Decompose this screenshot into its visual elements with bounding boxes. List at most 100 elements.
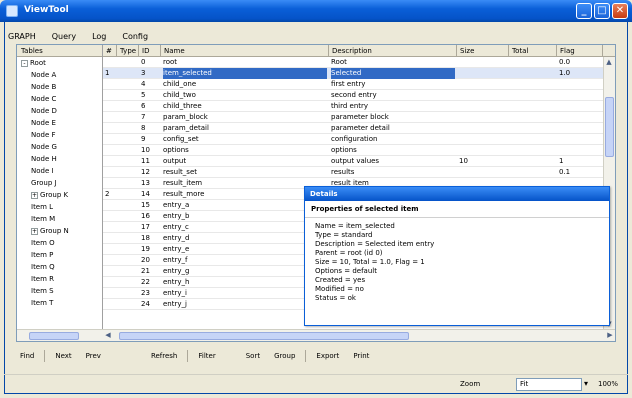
- minimize-button[interactable]: _: [576, 3, 592, 19]
- table-cell: result_set: [163, 168, 198, 176]
- tree-item[interactable]: Item M: [17, 213, 102, 225]
- grid-hscroll-thumb[interactable]: [119, 332, 409, 340]
- table-cell: 1: [559, 157, 564, 165]
- table-cell: 7: [141, 113, 146, 121]
- table-cell: param_block: [163, 113, 208, 121]
- tree-item[interactable]: Node E: [17, 117, 102, 129]
- tree-item-label: Root: [30, 59, 46, 67]
- table-cell: options: [331, 146, 357, 154]
- table-row[interactable]: 4 child_one first entry: [103, 79, 615, 90]
- tree-item[interactable]: Node G: [17, 141, 102, 153]
- column-header-total[interactable]: Total: [509, 45, 557, 57]
- table-cell: 21: [141, 267, 150, 275]
- table-row[interactable]: 8 param_detail parameter detail: [103, 123, 615, 134]
- find-button[interactable]: Find: [16, 350, 38, 362]
- table-cell: 17: [141, 223, 150, 231]
- expand-icon[interactable]: +: [31, 227, 38, 235]
- collapse-icon[interactable]: -: [21, 59, 28, 67]
- column-header-size[interactable]: Size: [457, 45, 509, 57]
- table-row[interactable]: 9 config_set configuration: [103, 134, 615, 145]
- tree-item-label: Node A: [31, 71, 57, 79]
- column-header-type[interactable]: Type: [117, 45, 139, 57]
- filter-button[interactable]: Filter: [194, 350, 219, 362]
- status-bar: Zoom Fit ▾ 100%: [4, 374, 628, 394]
- close-button[interactable]: ✕: [612, 3, 628, 19]
- print-button[interactable]: Print: [349, 350, 373, 362]
- table-row[interactable]: 1 3 item_selected Selected 1.0: [103, 68, 615, 79]
- tree-item[interactable]: Item L: [17, 201, 102, 213]
- tree-item[interactable]: Item P: [17, 249, 102, 261]
- column-header-index[interactable]: #: [103, 45, 117, 57]
- tree-item[interactable]: Item Q: [17, 261, 102, 273]
- sort-button[interactable]: Sort: [242, 350, 264, 362]
- grid-vscroll-thumb[interactable]: [605, 97, 614, 157]
- scroll-right-arrow-icon[interactable]: ▶: [605, 330, 615, 340]
- tree-item[interactable]: Item T: [17, 297, 102, 309]
- tree-item[interactable]: Node F: [17, 129, 102, 141]
- table-row[interactable]: 11 output output values 10 1: [103, 156, 615, 167]
- maximize-button[interactable]: □: [594, 3, 610, 19]
- popup-line: Options = default: [315, 267, 377, 275]
- menu-item-query[interactable]: Query: [52, 32, 76, 41]
- table-row[interactable]: 5 child_two second entry: [103, 90, 615, 101]
- table-row[interactable]: 0 root Root 0.0: [103, 57, 615, 68]
- title-bar[interactable]: ViewTool _ □ ✕: [0, 0, 632, 22]
- table-row[interactable]: 7 param_block parameter block: [103, 112, 615, 123]
- tree-item[interactable]: Item R: [17, 273, 102, 285]
- next-button[interactable]: Next: [51, 350, 75, 362]
- expand-icon[interactable]: +: [31, 191, 38, 199]
- popup-content: Name = item_selected Type = standard Descr…: [305, 218, 609, 303]
- tree-item[interactable]: Node A: [17, 69, 102, 81]
- column-header-description[interactable]: Description: [329, 45, 457, 57]
- zoom-input[interactable]: Fit: [516, 378, 582, 391]
- popup-line: Modified = no: [315, 285, 364, 293]
- table-cell: root: [163, 58, 178, 66]
- table-cell: 2: [105, 190, 110, 198]
- zoom-dropdown-icon[interactable]: ▾: [584, 379, 588, 388]
- table-row[interactable]: 6 child_three third entry: [103, 101, 615, 112]
- tree-item[interactable]: Item S: [17, 285, 102, 297]
- table-cell: result_item: [163, 179, 203, 187]
- table-row[interactable]: 10 options options: [103, 145, 615, 156]
- menu-item-log[interactable]: Log: [92, 32, 106, 41]
- column-header-id[interactable]: ID: [139, 45, 161, 57]
- tree-header[interactable]: Tables: [17, 45, 102, 57]
- table-cell: 19: [141, 245, 150, 253]
- tree-item-label: Node E: [31, 119, 56, 127]
- tree-item[interactable]: Node B: [17, 81, 102, 93]
- export-button[interactable]: Export: [312, 350, 343, 362]
- menu-item-graph[interactable]: GRAPH: [8, 32, 36, 41]
- prev-button[interactable]: Prev: [82, 350, 105, 362]
- tree-item[interactable]: Node C: [17, 93, 102, 105]
- tree-item[interactable]: Node H: [17, 153, 102, 165]
- table-cell: 0.1: [559, 168, 571, 176]
- refresh-button[interactable]: Refresh: [147, 350, 181, 362]
- menu-item-config[interactable]: Config: [122, 32, 148, 41]
- column-header-name[interactable]: Name: [161, 45, 329, 57]
- tree-item[interactable]: + Group K: [17, 189, 102, 201]
- tree-scroll-thumb[interactable]: [29, 332, 79, 340]
- group-button[interactable]: Group: [270, 350, 299, 362]
- table-cell: 9: [141, 135, 146, 143]
- table-cell: entry_b: [163, 212, 190, 220]
- details-popup[interactable]: Details Properties of selected item Name…: [304, 186, 610, 326]
- zoom-label: Zoom: [460, 380, 481, 388]
- grid-horizontal-scrollbar[interactable]: ◀ ▶: [103, 329, 615, 341]
- tree-item-label: Item S: [31, 287, 54, 295]
- column-header-flag[interactable]: Flag: [557, 45, 603, 57]
- tree-item[interactable]: Item O: [17, 237, 102, 249]
- table-cell: child_one: [163, 80, 197, 88]
- tree-item[interactable]: Node I: [17, 165, 102, 177]
- tree-item-label: Item T: [31, 299, 54, 307]
- tree-item[interactable]: Node D: [17, 105, 102, 117]
- tree-item[interactable]: Group J: [17, 177, 102, 189]
- tree-item[interactable]: + Group N: [17, 225, 102, 237]
- popup-title[interactable]: Details: [305, 187, 609, 201]
- scroll-left-arrow-icon[interactable]: ◀: [103, 330, 113, 340]
- popup-line: Description = Selected item entry: [315, 240, 435, 248]
- tree-item[interactable]: - Root: [17, 57, 102, 69]
- tree-horizontal-scrollbar[interactable]: [17, 329, 103, 341]
- table-row[interactable]: 12 result_set results 0.1: [103, 167, 615, 178]
- table-cell: Root: [331, 58, 347, 66]
- scroll-up-arrow-icon[interactable]: ▲: [604, 57, 614, 67]
